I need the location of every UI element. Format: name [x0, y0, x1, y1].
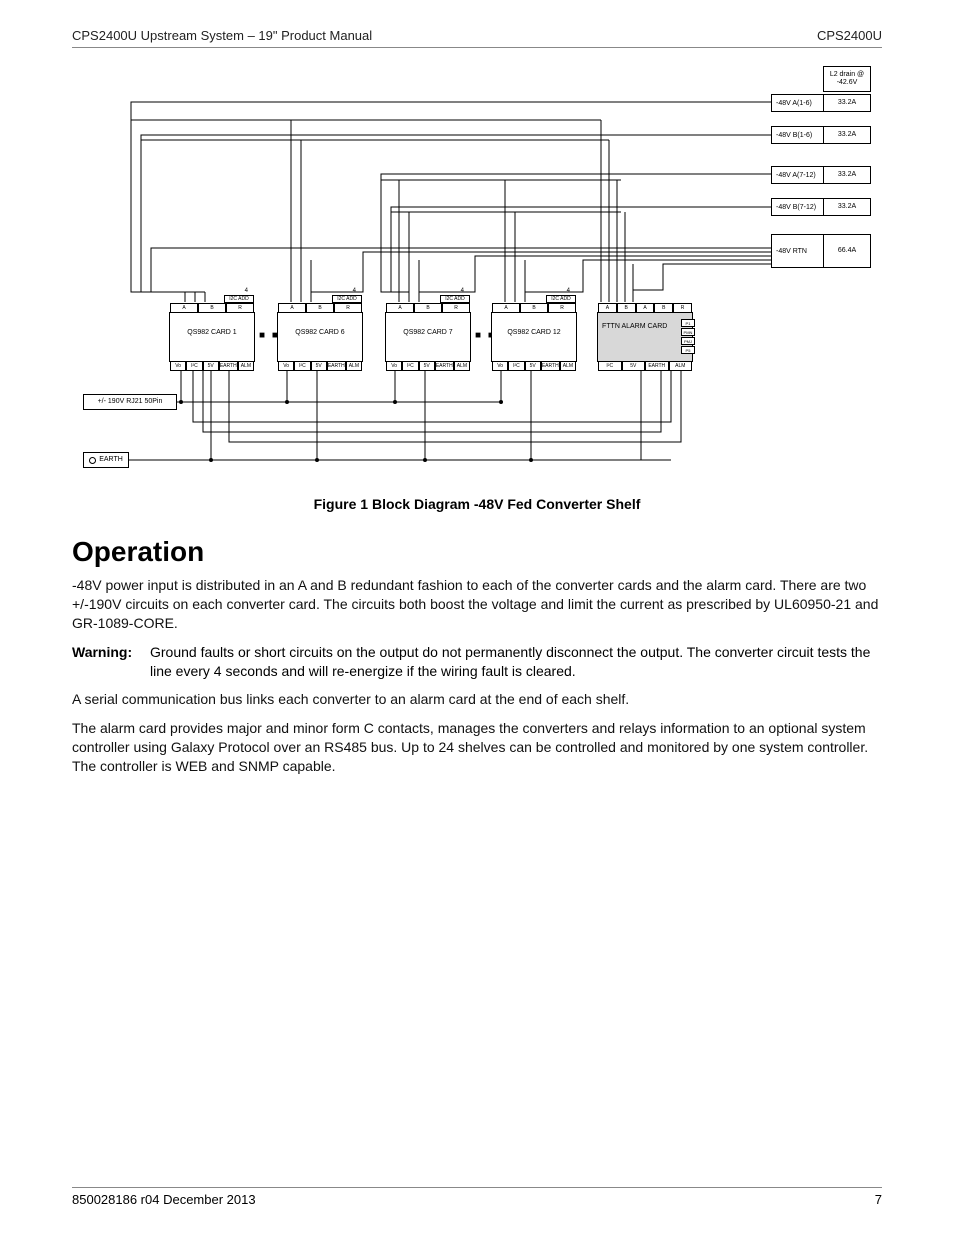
terminal-amps-2: 33.2A	[823, 166, 871, 184]
tab-a: A	[278, 303, 306, 313]
tab-i2c: I²C	[598, 361, 622, 371]
alarm-card: A B A B R FTTN ALARM CARD P1 PMN PMJ P5 …	[597, 312, 693, 362]
screw-icon	[89, 457, 96, 464]
header-left: CPS2400U Upstream System – 19" Product M…	[72, 28, 372, 43]
tab-5v: 5V	[203, 361, 219, 371]
i2c-add: I2C ADD	[332, 295, 362, 303]
wiring-svg	[81, 62, 873, 478]
i2c-add: I2C ADD	[224, 295, 254, 303]
tab-vo: Vo	[492, 361, 508, 371]
tab-b: B	[306, 303, 334, 313]
terminal-header: L2 drain @ -42.6V	[823, 66, 871, 92]
terminal-amps-3: 33.2A	[823, 198, 871, 216]
port: P5	[681, 346, 695, 354]
warning-label: Warning:	[72, 643, 150, 681]
i2c-add: I2C ADD	[546, 295, 576, 303]
tab-r: R	[673, 303, 692, 313]
i2c-add: I2C ADD	[440, 295, 470, 303]
card-12: 4 I2C ADD A B R QS982 CARD 12 Vo I²C 5V …	[491, 312, 577, 362]
port: PMN	[681, 328, 695, 336]
tab-5v: 5V	[419, 361, 435, 371]
page-footer: 850028186 r04 December 2013 7	[72, 1187, 882, 1207]
tab-i2c: I²C	[294, 361, 310, 371]
card-name: QS982 CARD 6	[278, 329, 362, 336]
tab-5v: 5V	[525, 361, 541, 371]
card-name: QS982 CARD 12	[492, 329, 576, 336]
tab-i2c: I²C	[508, 361, 524, 371]
paragraph-3: The alarm card provides major and minor …	[72, 719, 882, 776]
tab-a2: A	[636, 303, 655, 313]
port: P1	[681, 319, 695, 327]
card-7: 4 I2C ADD A B R QS982 CARD 7 Vo I²C 5V E…	[385, 312, 471, 362]
i2c-n: 4	[245, 288, 248, 294]
i2c-n: 4	[567, 288, 570, 294]
tab-earth: EARTH	[219, 361, 238, 371]
terminal-amps-4: 66.4A	[823, 234, 871, 268]
figure-caption: Figure 1 Block Diagram -48V Fed Converte…	[72, 496, 882, 512]
paragraph-2: A serial communication bus links each co…	[72, 690, 882, 709]
tab-a: A	[598, 303, 617, 313]
tab-b: B	[617, 303, 636, 313]
earth-label: EARTH	[99, 456, 123, 464]
tab-vo: Vo	[170, 361, 186, 371]
terminal-amps-0: 33.2A	[823, 94, 871, 112]
card-1: 4 I2C ADD A B R QS982 CARD 1 Vo I²C 5V E…	[169, 312, 255, 362]
tab-r: R	[226, 303, 254, 313]
tab-r: R	[442, 303, 470, 313]
block-diagram: L2 drain @ -42.6V -48V A(1-6) 33.2A -48V…	[81, 62, 873, 478]
tab-5v: 5V	[622, 361, 646, 371]
card-name: QS982 CARD 1	[170, 329, 254, 336]
tab-earth: EARTH	[541, 361, 560, 371]
card-6: 4 I2C ADD A B R QS982 CARD 6 Vo I²C 5V E…	[277, 312, 363, 362]
tab-b: B	[414, 303, 442, 313]
tab-i2c: I²C	[186, 361, 202, 371]
paragraph-1: -48V power input is distributed in an A …	[72, 576, 882, 633]
card-name: QS982 CARD 7	[386, 329, 470, 336]
figure-wrap: L2 drain @ -42.6V -48V A(1-6) 33.2A -48V…	[72, 62, 882, 478]
tab-alm: ALM	[454, 361, 470, 371]
tab-alm: ALM	[346, 361, 362, 371]
footer-right: 7	[875, 1192, 882, 1207]
tab-b: B	[198, 303, 226, 313]
card-name: FTTN ALARM CARD	[602, 323, 672, 331]
warning-block: Warning: Ground faults or short circuits…	[72, 643, 882, 681]
tab-earth: EARTH	[645, 361, 669, 371]
tab-5v: 5V	[311, 361, 327, 371]
tab-b: B	[520, 303, 548, 313]
tab-a: A	[386, 303, 414, 313]
section-heading-operation: Operation	[72, 536, 882, 568]
earth-box: EARTH	[83, 452, 129, 468]
tab-r: R	[334, 303, 362, 313]
i2c-n: 4	[353, 288, 356, 294]
tab-earth: EARTH	[435, 361, 454, 371]
tab-a: A	[492, 303, 520, 313]
tab-alm: ALM	[560, 361, 576, 371]
tab-earth: EARTH	[327, 361, 346, 371]
tab-a: A	[170, 303, 198, 313]
alarm-ports: P1 PMN PMJ P5	[681, 319, 695, 354]
rj21-box: +/- 190V RJ21 50Pin	[83, 394, 177, 410]
terminal-amps-1: 33.2A	[823, 126, 871, 144]
tab-b2: B	[654, 303, 673, 313]
port: PMJ	[681, 337, 695, 345]
footer-left: 850028186 r04 December 2013	[72, 1192, 256, 1207]
tab-vo: Vo	[386, 361, 402, 371]
tab-r: R	[548, 303, 576, 313]
page-header: CPS2400U Upstream System – 19" Product M…	[72, 28, 882, 48]
warning-body: Ground faults or short circuits on the o…	[150, 643, 882, 681]
tab-alm: ALM	[238, 361, 254, 371]
tab-i2c: I²C	[402, 361, 418, 371]
tab-alm: ALM	[669, 361, 693, 371]
tab-vo: Vo	[278, 361, 294, 371]
header-right: CPS2400U	[817, 28, 882, 43]
i2c-n: 4	[461, 288, 464, 294]
